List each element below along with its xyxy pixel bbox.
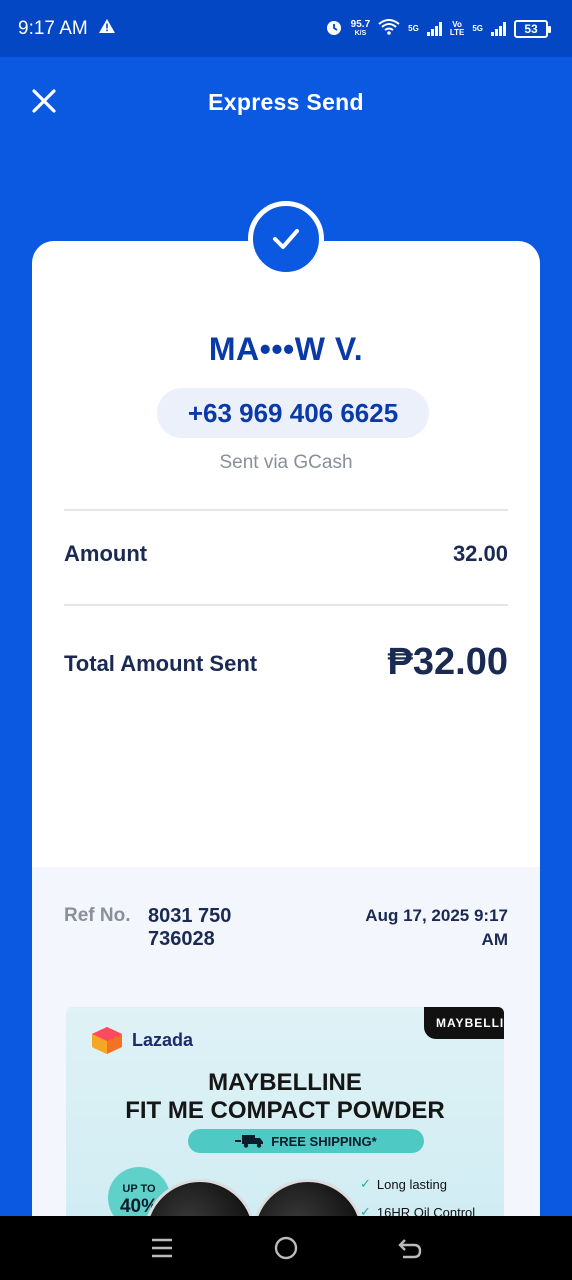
truck-icon	[235, 1135, 264, 1148]
page-title: Express Send	[208, 88, 364, 115]
amount-label: Amount	[64, 541, 148, 566]
feature-item: ✓ Long lasting	[360, 1176, 448, 1192]
recipient-phone: +63 969 406 6625	[157, 388, 429, 438]
system-nav-bar	[0, 1216, 572, 1280]
recent-apps-button[interactable]	[142, 1228, 182, 1268]
alarm-icon	[325, 18, 343, 39]
menu-icon	[152, 1238, 172, 1258]
ref-label: Ref No.	[64, 905, 131, 926]
app-header: Express Send	[0, 57, 572, 147]
back-icon	[398, 1239, 422, 1259]
ad-title: MAYBELLINE FIT ME COMPACT POWDER	[125, 1069, 445, 1124]
reference-section: Ref No. 8031 750 736028 Aug 17, 2025 9:1…	[32, 867, 540, 1241]
signal-1-label: 5G	[408, 23, 419, 33]
warning-icon	[98, 18, 116, 40]
volte-icon: Vo LTE	[449, 19, 465, 37]
close-button[interactable]	[26, 83, 62, 119]
transaction-date: Aug 17, 2025 9:17 AM	[365, 906, 508, 949]
recipient-name: MA•••W V.	[208, 331, 364, 367]
check-icon: ✓	[360, 1176, 371, 1191]
lazada-icon	[92, 1027, 122, 1054]
signal-2-label: 5G	[472, 23, 483, 33]
sent-via-label: Sent via GCash	[219, 452, 353, 473]
ref-number[interactable]: 8031 750 736028	[148, 905, 268, 951]
success-check-icon	[248, 201, 324, 277]
total-value: ₱32.00	[387, 641, 508, 683]
divider	[64, 509, 508, 511]
home-button[interactable]	[266, 1228, 306, 1268]
home-circle-icon	[274, 1236, 298, 1260]
brand-tag: MAYBELLINE	[424, 1007, 504, 1039]
ad-banner[interactable]: Lazada MAYBELLINE MAYBELLINE FIT ME COMP…	[66, 1007, 504, 1241]
amount-value: 32.00	[452, 541, 508, 566]
status-bar: 9:17 AM 95.7 K/S 5G Vo LTE 5G 53	[0, 0, 572, 57]
net-speed: 95.7 K/S	[350, 18, 371, 37]
close-icon	[32, 89, 56, 113]
total-label: Total Amount Sent	[64, 651, 258, 676]
divider	[64, 604, 508, 606]
free-shipping-badge: FREE SHIPPING*	[188, 1129, 424, 1153]
lazada-logo: Lazada	[90, 1025, 193, 1055]
back-button[interactable]	[390, 1228, 430, 1268]
wifi-icon	[378, 19, 400, 38]
receipt-card: MA•••W V. +63 969 406 6625 Sent via GCas…	[32, 241, 540, 1241]
signal-bars-icon	[426, 21, 442, 36]
battery-icon: 53	[514, 19, 551, 38]
status-time: 9:17 AM	[18, 17, 88, 39]
signal-bars-2-icon	[491, 21, 506, 36]
